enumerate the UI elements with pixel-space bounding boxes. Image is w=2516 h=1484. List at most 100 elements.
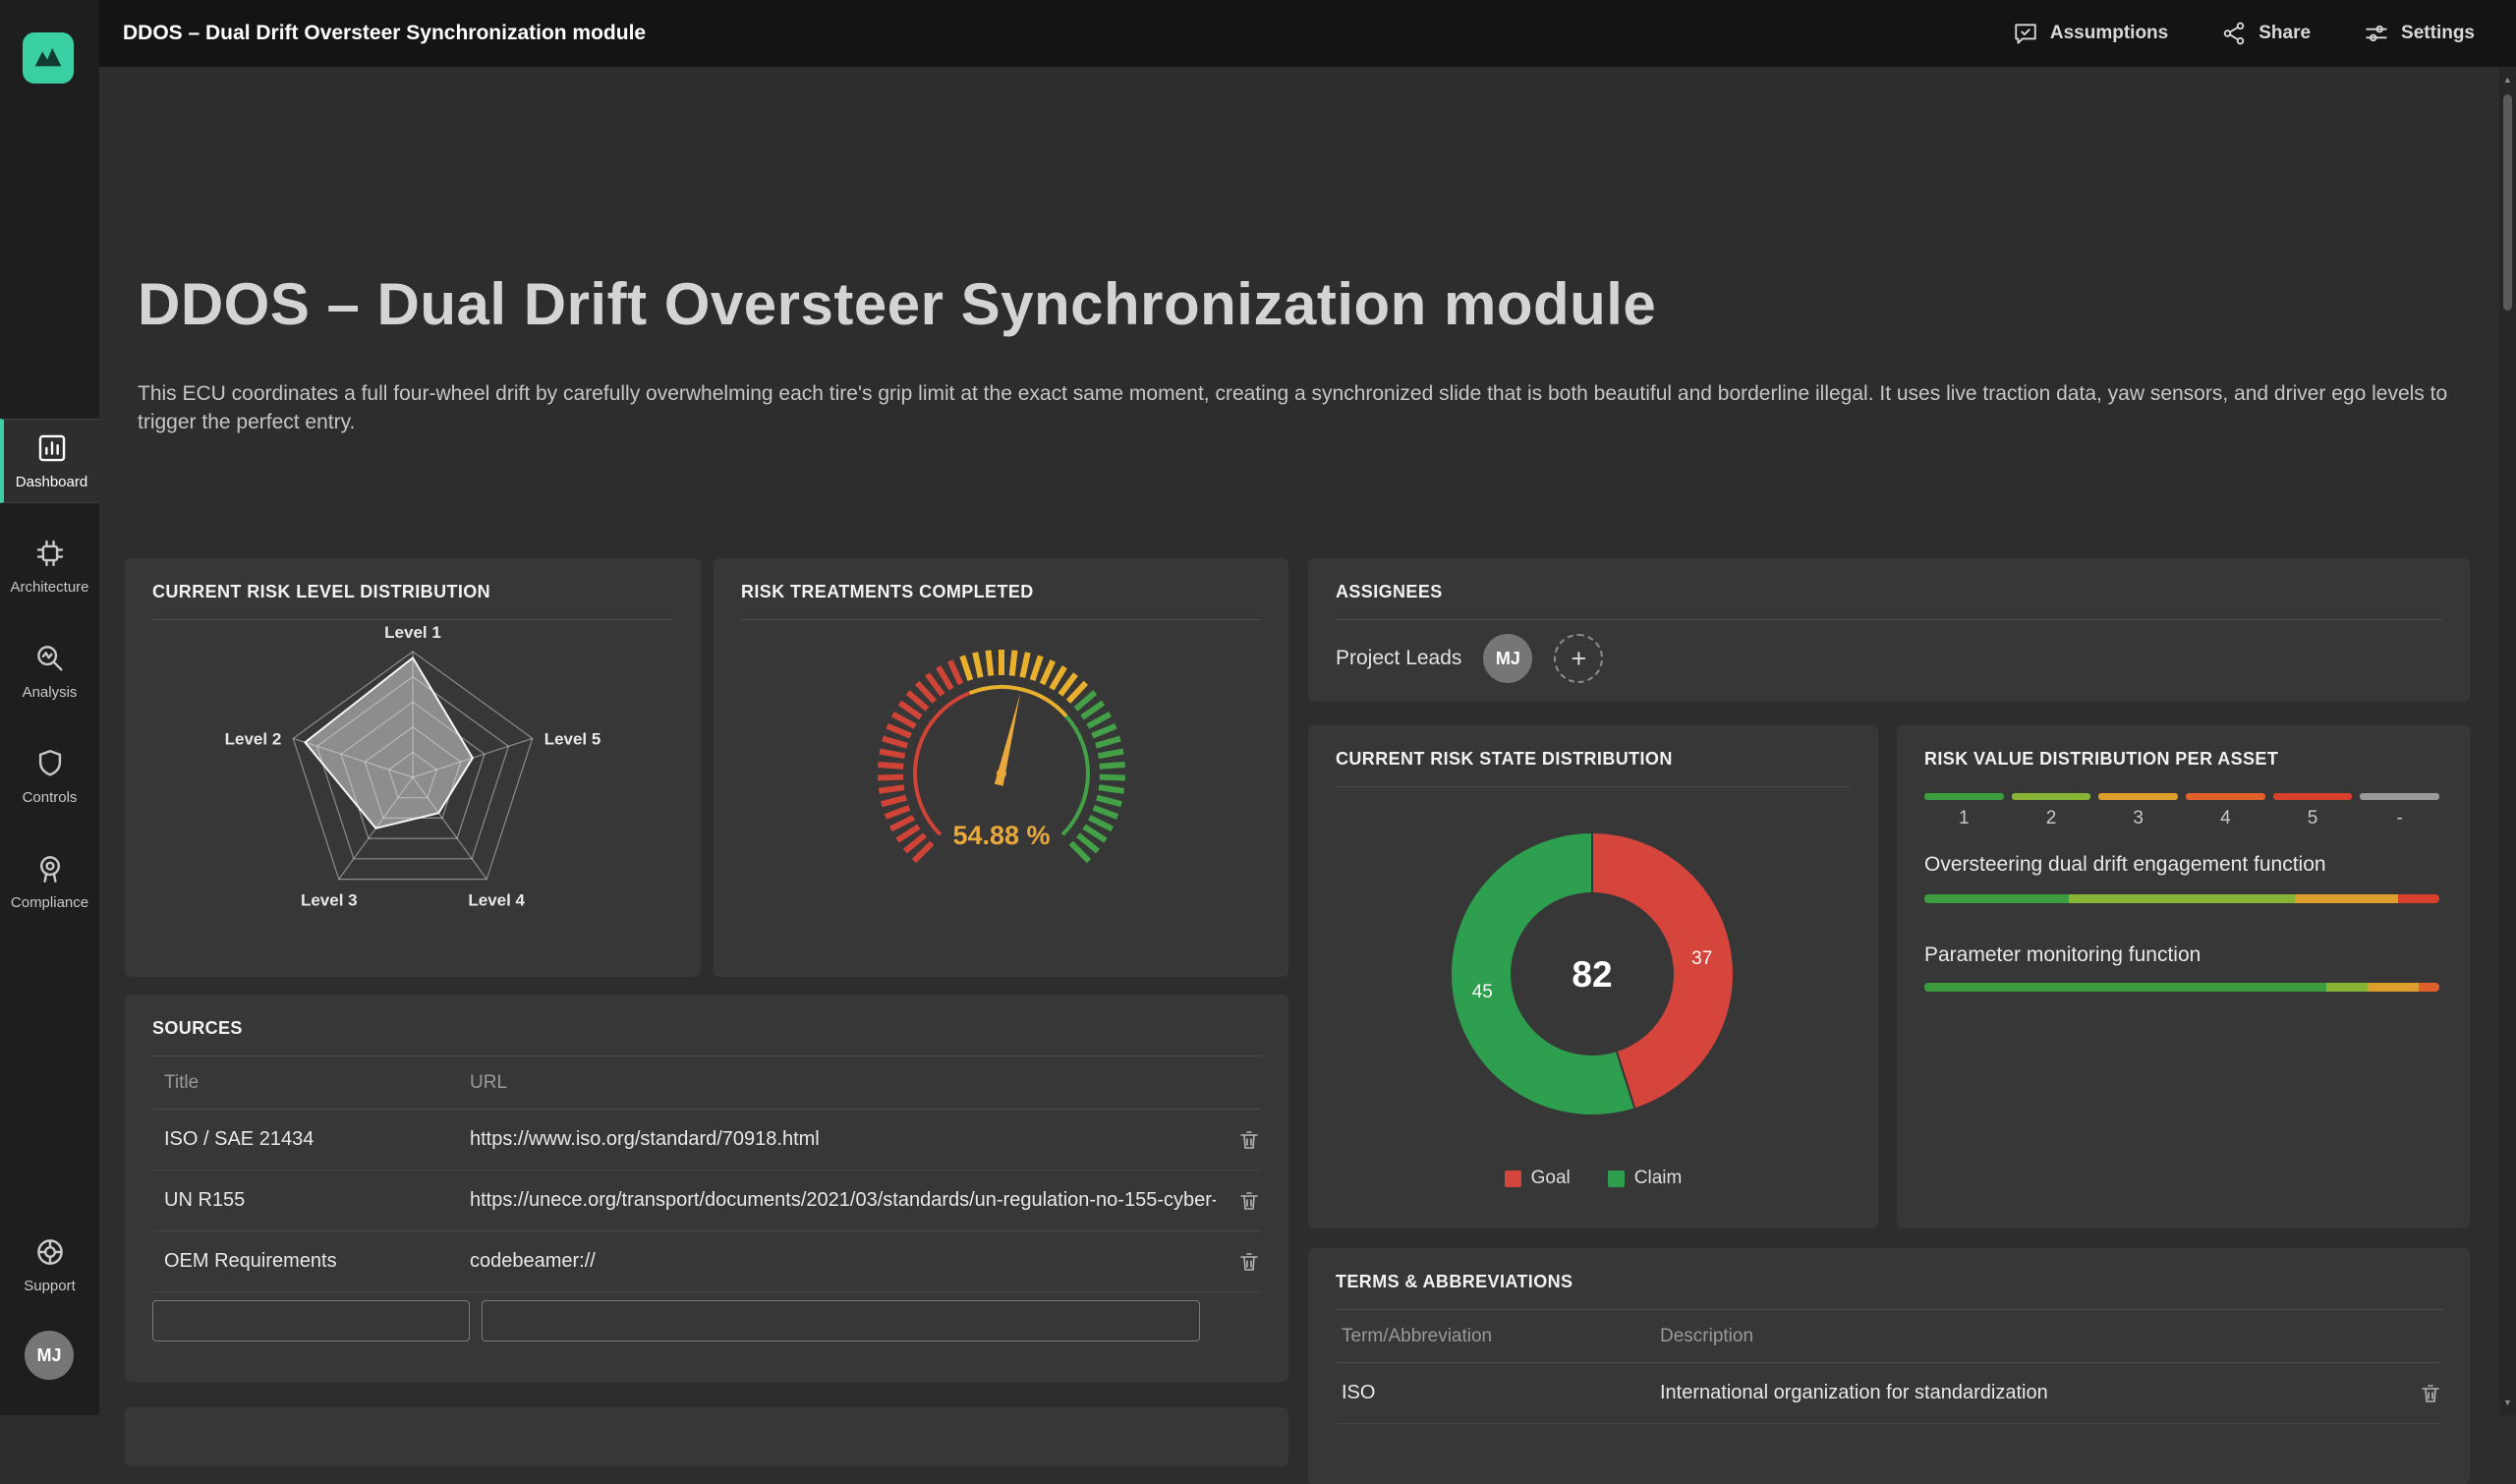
sidebar: Dashboard Architecture Analysis Controls… — [0, 0, 99, 1415]
sidebar-item-dashboard[interactable]: Dashboard — [0, 419, 99, 503]
add-assignee-button[interactable]: + — [1554, 634, 1603, 683]
scroll-down-arrow[interactable]: ▼ — [2499, 1390, 2516, 1415]
legend-item-claim: Claim — [1608, 1168, 1683, 1189]
table-row[interactable]: OEM Requirements codebeamer:// — [152, 1231, 1261, 1292]
assignee-avatar[interactable]: MJ — [1483, 634, 1532, 683]
new-source-title-input[interactable] — [152, 1300, 470, 1341]
card-title: TERMS & ABBREVIATIONS — [1336, 1272, 2442, 1292]
table-row[interactable]: ISO / SAE 21434 https://www.iso.org/stan… — [152, 1110, 1261, 1170]
asset-bar-segment — [2326, 983, 2368, 992]
risk-level-radar-chart: Level 1Level 5Level 4Level 3Level 2 — [152, 620, 673, 970]
risk-level-distribution-card: CURRENT RISK LEVEL DISTRIBUTION Level 1L… — [125, 558, 701, 977]
svg-text:37: 37 — [1691, 948, 1712, 969]
card-title: SOURCES — [152, 1018, 1261, 1039]
risk-scale-label: 5 — [2273, 808, 2353, 829]
source-url: codebeamer:// — [470, 1250, 1216, 1273]
new-source-url-input[interactable] — [482, 1300, 1200, 1341]
asset-bar-segment — [2398, 894, 2439, 903]
scrollbar[interactable]: ▲ ▼ — [2499, 67, 2516, 1415]
sidebar-item-label: Architecture — [10, 579, 88, 596]
risk-scale-label: 4 — [2186, 808, 2265, 829]
svg-text:Level 4: Level 4 — [468, 891, 525, 910]
term: ISO — [1336, 1382, 1660, 1404]
svg-text:Level 2: Level 2 — [225, 729, 282, 748]
assignees-card: ASSIGNEES Project Leads MJ + — [1308, 558, 2470, 702]
svg-text:Level 3: Level 3 — [301, 891, 358, 910]
risk-scale-segment — [2098, 793, 2178, 800]
sidebar-item-architecture[interactable]: Architecture — [0, 525, 99, 607]
svg-text:82: 82 — [1572, 954, 1612, 995]
risk-scale-labels: 12345- — [1924, 808, 2439, 829]
support-icon — [33, 1235, 67, 1269]
risk-scale-segment — [2360, 793, 2439, 800]
card-title: CURRENT RISK LEVEL DISTRIBUTION — [152, 582, 673, 602]
assumptions-icon — [2013, 21, 2038, 46]
svg-text:Level 5: Level 5 — [544, 729, 601, 748]
asset-risk-bar — [1924, 983, 2439, 992]
user-avatar[interactable]: MJ — [25, 1331, 74, 1380]
column-header: URL — [470, 1072, 1216, 1094]
svg-text:45: 45 — [1472, 982, 1493, 1002]
sidebar-item-label: Controls — [23, 789, 78, 806]
risk-scale-segment — [2012, 793, 2091, 800]
header-actions: Assumptions Share Settings — [2013, 0, 2475, 67]
card-title: ASSIGNEES — [1336, 582, 2442, 602]
risk-scale — [1924, 793, 2439, 800]
column-header: Title — [152, 1072, 470, 1094]
risk-scale-segment — [2273, 793, 2353, 800]
source-url: https://www.iso.org/standard/70918.html — [470, 1128, 1216, 1151]
sidebar-item-compliance[interactable]: Compliance — [0, 840, 99, 923]
settings-icon — [2364, 21, 2389, 46]
table-row[interactable]: UN R155 https://unece.org/transport/docu… — [152, 1170, 1261, 1231]
sidebar-item-label: Support — [24, 1278, 76, 1294]
risk-treatments-card: RISK TREATMENTS COMPLETED 54.88 % — [714, 558, 1288, 977]
page-description: This ECU coordinates a full four-wheel d… — [138, 379, 2457, 436]
asset-name: Parameter monitoring function — [1924, 943, 2201, 967]
shield-icon — [33, 747, 67, 780]
app-logo[interactable] — [23, 32, 74, 84]
sources-card: SOURCES Title URL ISO / SAE 21434 https:… — [125, 995, 1288, 1382]
table-header-row: Title URL — [152, 1056, 1261, 1110]
sidebar-item-analysis[interactable]: Analysis — [0, 630, 99, 713]
settings-label: Settings — [2401, 23, 2475, 44]
assumptions-button[interactable]: Assumptions — [2013, 21, 2168, 46]
source-title: OEM Requirements — [152, 1250, 470, 1273]
asset-bar-segment — [2069, 894, 2296, 903]
table-header-row: Term/Abbreviation Description — [1336, 1310, 2442, 1363]
sidebar-item-label: Compliance — [11, 894, 88, 911]
analysis-icon — [33, 642, 67, 675]
sidebar-item-label: Dashboard — [16, 474, 87, 490]
scrollbar-thumb[interactable] — [2503, 94, 2512, 311]
card-title: CURRENT RISK STATE DISTRIBUTION — [1336, 749, 1851, 770]
delete-source-button[interactable] — [1237, 1127, 1261, 1153]
card-title: RISK TREATMENTS COMPLETED — [741, 582, 1261, 602]
sidebar-item-controls[interactable]: Controls — [0, 735, 99, 818]
page-title: DDOS – Dual Drift Oversteer Synchronizat… — [138, 273, 1656, 336]
risk-state-distribution-card: CURRENT RISK STATE DISTRIBUTION 37 45 82 G… — [1308, 725, 1878, 1228]
source-title: UN R155 — [152, 1189, 470, 1212]
share-button[interactable]: Share — [2221, 21, 2311, 46]
window-title: DDOS – Dual Drift Oversteer Synchronizat… — [123, 0, 646, 67]
term-description: International organization for standardi… — [1660, 1382, 2397, 1404]
scroll-up-arrow[interactable]: ▲ — [2499, 67, 2516, 92]
asset-name: Oversteering dual drift engagement funct… — [1924, 853, 2326, 877]
compliance-icon — [33, 852, 67, 885]
delete-term-button[interactable] — [2419, 1381, 2442, 1406]
legend-swatch — [1608, 1170, 1625, 1187]
risk-scale-segment — [1924, 793, 2004, 800]
risk-state-donut-chart: 37 45 82 — [1336, 787, 1851, 1161]
share-icon — [2221, 21, 2247, 46]
terms-abbreviations-card: TERMS & ABBREVIATIONS Term/Abbreviation … — [1308, 1248, 2470, 1484]
delete-source-button[interactable] — [1237, 1249, 1261, 1275]
risk-scale-segment — [2186, 793, 2265, 800]
settings-button[interactable]: Settings — [2364, 21, 2475, 46]
next-card-partial — [125, 1407, 1288, 1466]
delete-source-button[interactable] — [1237, 1188, 1261, 1214]
asset-bar-segment — [1924, 894, 2069, 903]
asset-bar-segment — [2419, 983, 2439, 992]
legend-item-goal: Goal — [1505, 1168, 1571, 1189]
sidebar-item-support[interactable]: Support — [0, 1224, 99, 1306]
risk-scale-label: 3 — [2098, 808, 2178, 829]
asset-risk-bar — [1924, 894, 2439, 903]
share-label: Share — [2259, 23, 2311, 44]
